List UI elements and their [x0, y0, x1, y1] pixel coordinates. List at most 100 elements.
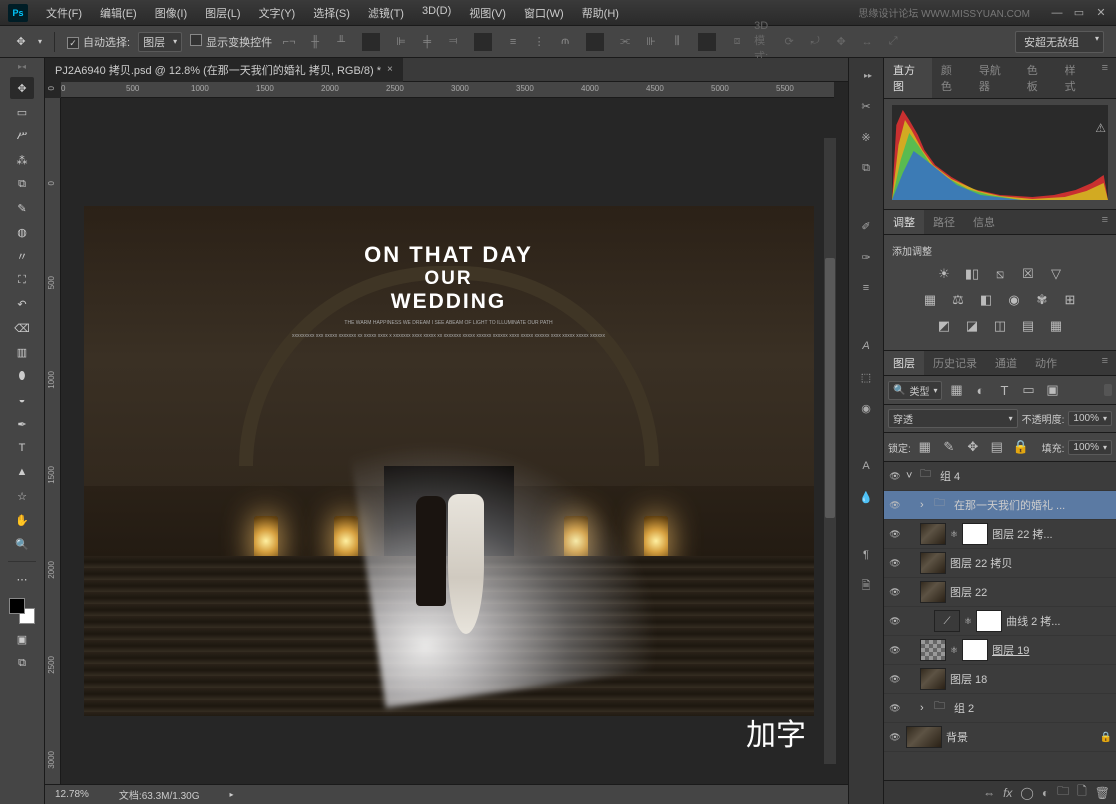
curves-icon[interactable]: ⧅: [990, 264, 1010, 284]
dist-v-icon[interactable]: ⋮: [530, 33, 548, 51]
gradient-map-icon[interactable]: ▤: [1018, 316, 1038, 336]
filter-smart-icon[interactable]: ▣: [1042, 380, 1062, 400]
panel-tab[interactable]: 路径: [924, 210, 964, 234]
filter-toggle[interactable]: [1104, 384, 1112, 396]
3d-slide-icon[interactable]: ↔: [858, 33, 876, 51]
panel-tab[interactable]: 颜色: [932, 58, 970, 98]
3d-orbit-icon[interactable]: ⟳: [780, 33, 798, 51]
crop-tool[interactable]: ⧉: [10, 173, 34, 195]
tool-grip-icon[interactable]: ▸◂: [18, 62, 26, 71]
lock-nest-icon[interactable]: ▤: [987, 437, 1007, 457]
menu-item[interactable]: 视图(V): [461, 3, 514, 23]
fx-icon[interactable]: fx: [1003, 786, 1012, 800]
3d-scale-icon[interactable]: ⤢: [884, 33, 902, 51]
visibility-icon[interactable]: 👁: [888, 469, 902, 483]
hand-tool[interactable]: ✋: [10, 509, 34, 531]
notes-icon[interactable]: 🗎: [855, 575, 877, 597]
photo-filter-icon[interactable]: ◉: [1004, 290, 1024, 310]
vertical-scrollbar[interactable]: [824, 138, 836, 764]
blend-mode[interactable]: 穿透▾: [888, 409, 1018, 428]
visibility-icon[interactable]: 👁: [888, 643, 902, 657]
bw-icon[interactable]: ◧: [976, 290, 996, 310]
delete-icon[interactable]: 🗑: [1095, 786, 1110, 800]
creative-cloud-icon[interactable]: ◉: [855, 397, 877, 419]
layer-row[interactable]: 👁›🗀组 2: [884, 694, 1116, 723]
align-vcenter-icon[interactable]: ╫: [306, 33, 324, 51]
close-icon[interactable]: ✕: [1094, 6, 1108, 20]
panel-tab[interactable]: 样式: [1056, 58, 1094, 98]
new-adj-icon[interactable]: ◐: [1042, 786, 1049, 800]
visibility-icon[interactable]: 👁: [888, 614, 902, 628]
pen-tool[interactable]: ✒: [10, 413, 34, 435]
stamp-tool[interactable]: ⛶: [10, 269, 34, 291]
filter-shape-icon[interactable]: ▭: [1018, 380, 1038, 400]
canvas[interactable]: ON THAT DAY OUR WEDDING THE WARM HAPPINE…: [61, 98, 836, 784]
selective-color-icon[interactable]: ▦: [1046, 316, 1066, 336]
magic-wand-tool[interactable]: ⁂: [10, 149, 34, 171]
vibrance-icon[interactable]: ▽: [1046, 264, 1066, 284]
more-dist3-icon[interactable]: ⫼: [668, 33, 686, 51]
layer-row[interactable]: 👁⟋⚛曲线 2 拷...: [884, 607, 1116, 636]
exposure-icon[interactable]: ☒: [1018, 264, 1038, 284]
color-balance-icon[interactable]: ⚖: [948, 290, 968, 310]
doc-info[interactable]: 文档:63.3M/1.30G: [119, 787, 200, 802]
align-right-icon[interactable]: ⫤: [444, 33, 462, 51]
layer-row[interactable]: 👁˅🗀组 4: [884, 462, 1116, 491]
invert-icon[interactable]: ◩: [934, 316, 954, 336]
brush-preset-icon[interactable]: ※: [855, 126, 877, 148]
3d-roll-icon[interactable]: ⤾: [806, 33, 824, 51]
edit-toolbar[interactable]: ⋯: [10, 568, 34, 590]
posterize-icon[interactable]: ◪: [962, 316, 982, 336]
menu-item[interactable]: 帮助(H): [574, 3, 627, 23]
visibility-icon[interactable]: 👁: [888, 556, 902, 570]
more-dist2-icon[interactable]: ⊪: [642, 33, 660, 51]
panel-menu-icon[interactable]: ≡: [1094, 210, 1116, 234]
minimize-icon[interactable]: —: [1050, 6, 1064, 20]
3d-panel-icon[interactable]: ⬚: [855, 366, 877, 388]
checkbox-icon[interactable]: [190, 34, 202, 46]
3d-pan-icon[interactable]: ✥: [832, 33, 850, 51]
document-tab[interactable]: PJ2A6940 拷贝.psd @ 12.8% (在那一天我们的婚礼 拷贝, R…: [45, 58, 403, 82]
menu-item[interactable]: 滤镜(T): [360, 3, 412, 23]
menu-item[interactable]: 窗口(W): [516, 3, 572, 23]
brush-settings-icon[interactable]: ✐: [855, 215, 877, 237]
workspace-selector[interactable]: 安超无敌组▾: [1015, 31, 1104, 53]
filter-text-icon[interactable]: T: [994, 380, 1014, 400]
panel-tab[interactable]: 动作: [1026, 351, 1066, 375]
shape-tool[interactable]: ☆: [10, 485, 34, 507]
layer-row[interactable]: 👁⚛图层 22 拷...: [884, 520, 1116, 549]
new-group-icon[interactable]: 🗀: [1057, 782, 1069, 803]
layer-row[interactable]: 👁图层 22: [884, 578, 1116, 607]
3d-toggle-icon[interactable]: ⧈: [728, 33, 746, 51]
layer-row[interactable]: 👁图层 18: [884, 665, 1116, 694]
menu-item[interactable]: 编辑(E): [92, 3, 145, 23]
zoom-level[interactable]: 12.78%: [55, 789, 89, 800]
menu-item[interactable]: 图像(I): [147, 3, 195, 23]
restore-icon[interactable]: ▭: [1072, 6, 1086, 20]
align-top-icon[interactable]: ⌐¬: [280, 33, 298, 51]
channel-mixer-icon[interactable]: ✾: [1032, 290, 1052, 310]
dist-icon[interactable]: ⫙: [556, 33, 574, 51]
panel-tab[interactable]: 通道: [986, 351, 1026, 375]
opacity-value[interactable]: 100%▾: [1068, 411, 1112, 426]
eraser-tool[interactable]: ⌫: [10, 317, 34, 339]
filter-pixel-icon[interactable]: ▦: [946, 380, 966, 400]
more-dist-icon[interactable]: ⫘: [616, 33, 634, 51]
align-bottom-icon[interactable]: ╨: [332, 33, 350, 51]
panel-menu-icon[interactable]: ≡: [1094, 58, 1116, 98]
menu-item[interactable]: 文件(F): [38, 3, 90, 23]
auto-select-toggle[interactable]: 自动选择:: [67, 34, 130, 50]
hue-sat-icon[interactable]: ▦: [920, 290, 940, 310]
menu-item[interactable]: 图层(L): [197, 3, 248, 23]
mask-icon[interactable]: ◯: [1020, 786, 1033, 800]
visibility-icon[interactable]: 👁: [888, 730, 902, 744]
char-style-icon[interactable]: A: [855, 455, 877, 477]
menu-item[interactable]: 选择(S): [305, 3, 358, 23]
eyedropper-tool[interactable]: ✎: [10, 197, 34, 219]
show-transform-toggle[interactable]: 显示变换控件: [190, 34, 272, 50]
vertical-ruler[interactable]: 0050010001500200025003000: [45, 98, 61, 784]
link-icon[interactable]: ⇔: [983, 786, 995, 800]
auto-select-target[interactable]: 图层▾: [138, 32, 182, 52]
panel-menu-icon[interactable]: ≡: [1094, 351, 1116, 375]
visibility-icon[interactable]: 👁: [888, 498, 902, 512]
